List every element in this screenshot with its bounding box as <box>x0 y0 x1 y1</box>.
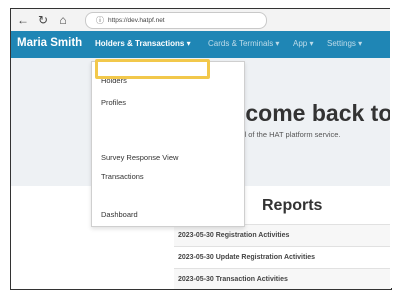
home-icon[interactable]: ⌂ <box>55 12 71 28</box>
menu-item-profiles[interactable]: Profiles <box>101 98 126 107</box>
browser-toolbar: ← ↻ ⌂ ⓘ https://dev.hatpf.net <box>11 9 391 32</box>
highlight-box <box>95 59 210 79</box>
nav-cards-terminals[interactable]: Cards & Terminals ▾ <box>208 39 279 48</box>
report-row[interactable]: 2023-05-30 Transaction Activities <box>174 268 391 289</box>
back-icon[interactable]: ← <box>15 12 31 28</box>
menu-item-transactions[interactable]: Transactions <box>101 172 144 181</box>
welcome-title: lcome back to <box>239 100 392 126</box>
lock-icon: ⓘ <box>96 16 104 25</box>
reports-title: Reports <box>262 197 323 214</box>
app-header: Maria Smith Holders & Transactions ▾ Car… <box>11 31 391 58</box>
browser-window: ← ↻ ⌂ ⓘ https://dev.hatpf.net Maria Smit… <box>10 8 392 290</box>
user-name[interactable]: Maria Smith <box>17 37 82 49</box>
menu-item-dashboard[interactable]: Dashboard <box>101 210 138 219</box>
nav-app[interactable]: App ▾ <box>293 39 313 48</box>
address-bar[interactable]: ⓘ https://dev.hatpf.net <box>85 12 267 29</box>
report-row[interactable]: 2023-05-30 Registration Activities <box>174 224 391 246</box>
welcome-subtitle: d of the HAT platform service. <box>242 130 341 139</box>
menu-item-survey-response-view[interactable]: Survey Response View <box>101 153 178 162</box>
report-row[interactable]: 2023-05-30 Update Registration Activitie… <box>174 246 391 268</box>
reload-icon[interactable]: ↻ <box>35 12 51 28</box>
page-margin <box>390 8 400 288</box>
url-text: https://dev.hatpf.net <box>108 17 165 24</box>
nav-settings[interactable]: Settings ▾ <box>327 39 362 48</box>
holders-transactions-menu: Holders Profiles Survey Response View Tr… <box>91 61 245 227</box>
nav-holders-transactions[interactable]: Holders & Transactions ▾ <box>95 39 191 48</box>
